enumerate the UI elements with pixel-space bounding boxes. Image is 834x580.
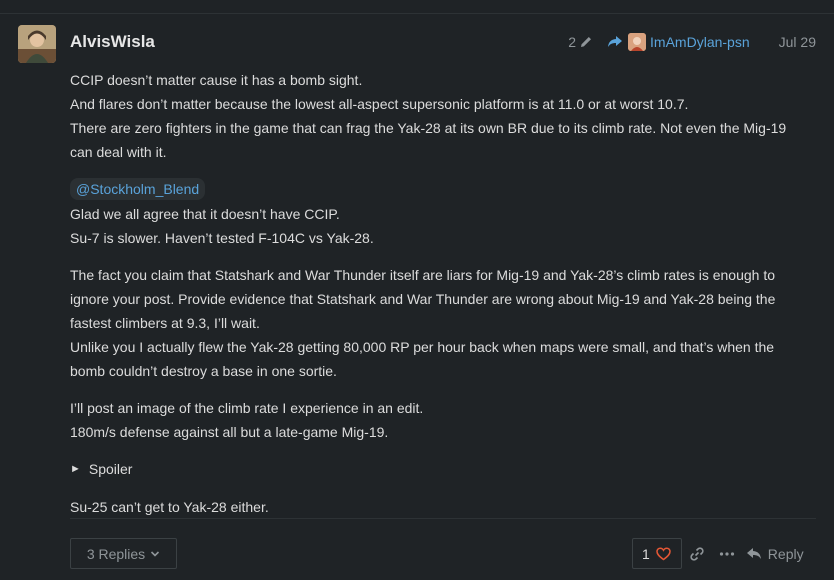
text-line: Su-7 is slower. Haven’t tested F-104C vs… xyxy=(70,230,374,246)
replies-label: 3 Replies xyxy=(86,545,146,562)
text-line: The fact you claim that Statshark and Wa… xyxy=(70,267,776,331)
text-line: Su-25 can’t get to Yak-28 either. xyxy=(70,499,269,515)
avatar[interactable] xyxy=(18,25,56,63)
spoiler-toggle[interactable]: ► Spoiler xyxy=(70,457,810,481)
user-mention[interactable]: @Stockholm_Blend xyxy=(70,178,206,200)
paragraph-4: I’ll post an image of the climb rate I e… xyxy=(70,396,810,444)
copy-link-button[interactable] xyxy=(682,538,712,569)
chevron-down-icon xyxy=(151,550,160,557)
reply-arrow-icon xyxy=(746,547,761,559)
like-button[interactable]: 1 xyxy=(632,538,682,569)
spoiler-label: Spoiler xyxy=(88,461,133,477)
reply-to-username: ImAmDylan-psn xyxy=(650,34,750,50)
forum-post: AlvisWisla 2 ImAmDylan-psn Jul 29 CCIP d… xyxy=(0,14,834,580)
reply-label: Reply xyxy=(767,545,804,562)
show-replies-button[interactable]: 3 Replies xyxy=(70,538,177,569)
post-meta: 2 ImAmDylan-psn Jul 29 xyxy=(568,33,816,51)
text-line: There are zero fighters in the game that… xyxy=(70,120,787,160)
like-count: 1 xyxy=(642,545,650,562)
edit-history-button[interactable]: 2 xyxy=(568,34,593,50)
ellipsis-icon xyxy=(719,551,734,556)
reply-button[interactable]: Reply xyxy=(746,546,804,562)
link-icon xyxy=(690,546,704,561)
share-arrow-icon xyxy=(608,36,623,47)
paragraph-1: CCIP doesn’t matter cause it has a bomb … xyxy=(70,68,810,164)
paragraph-2: @Stockholm_Blend Glad we all agree that … xyxy=(70,177,810,250)
text-line: Glad we all agree that it doesn’t have C… xyxy=(70,206,340,222)
username[interactable]: AlvisWisla xyxy=(70,32,155,52)
post-body: CCIP doesn’t matter cause it has a bomb … xyxy=(70,68,810,532)
reply-to-avatar xyxy=(628,33,647,51)
reply-to-link[interactable]: ImAmDylan-psn xyxy=(607,33,750,51)
paragraph-5: Su-25 can’t get to Yak-28 either. xyxy=(70,495,810,519)
text-line: CCIP doesn’t matter cause it has a bomb … xyxy=(70,72,363,88)
text-line: I’ll post an image of the climb rate I e… xyxy=(70,400,424,416)
text-line: 180m/s defense against all but a late-ga… xyxy=(70,424,389,440)
post-divider xyxy=(70,518,816,519)
paragraph-3: The fact you claim that Statshark and Wa… xyxy=(70,263,810,383)
edit-count: 2 xyxy=(568,34,577,50)
pencil-icon xyxy=(581,37,592,47)
more-actions-button[interactable] xyxy=(712,538,742,569)
text-line: And flares don’t matter because the lowe… xyxy=(70,96,689,112)
post-actions: 1 Reply xyxy=(632,538,815,569)
heart-icon xyxy=(656,546,671,560)
post-date[interactable]: Jul 29 xyxy=(779,34,816,50)
text-line: Unlike you I actually flew the Yak-28 ge… xyxy=(70,339,775,379)
spoiler-triangle-icon: ► xyxy=(70,463,81,475)
